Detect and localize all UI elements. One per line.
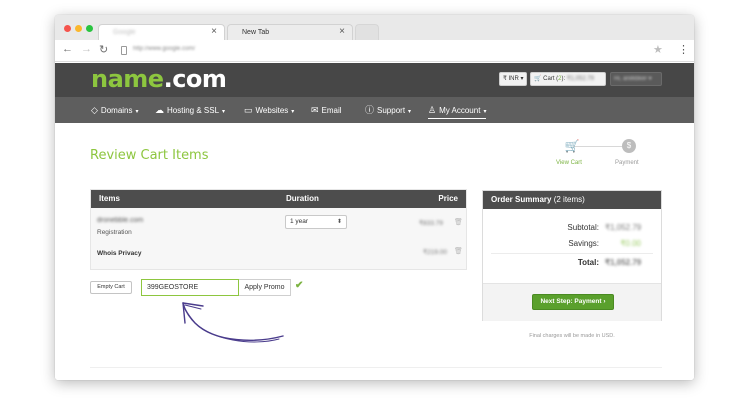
empty-cart-button[interactable]: Empty Cart bbox=[90, 281, 132, 294]
close-window-button[interactable] bbox=[64, 25, 71, 32]
cart-icon: 🛒 bbox=[534, 76, 542, 82]
usd-charge-note: Final charges will be made in USD. bbox=[529, 333, 615, 339]
whois-privacy-label: Whois Privacy bbox=[97, 250, 142, 257]
cart-icon: 🛒 bbox=[564, 139, 580, 153]
cart-label: Cart ( bbox=[543, 76, 559, 82]
monitor-icon: ▭ bbox=[244, 105, 253, 115]
summary-divider bbox=[491, 253, 653, 254]
chevron-down-icon: ▾ bbox=[483, 109, 487, 115]
chevron-right-icon: › bbox=[603, 298, 606, 305]
maximize-window-button[interactable] bbox=[86, 25, 93, 32]
content-divider bbox=[90, 367, 662, 368]
privacy-price: ₹219.00 bbox=[423, 249, 448, 256]
order-item-count: (2 items) bbox=[553, 195, 585, 204]
site-logo[interactable]: name.com bbox=[91, 65, 227, 93]
back-arrow-icon[interactable]: ← bbox=[62, 43, 73, 55]
page-icon bbox=[121, 46, 127, 55]
kebab-menu-icon[interactable]: ⋮ bbox=[678, 43, 689, 56]
item-type: Registration bbox=[97, 229, 132, 236]
close-icon[interactable]: × bbox=[339, 26, 345, 37]
tab-strip: Google × New Tab × bbox=[55, 15, 694, 40]
user-menu[interactable]: Hi, anilkbker ▾ bbox=[610, 72, 662, 86]
checkout-steps: 🛒 $ View Cart Payment bbox=[551, 137, 667, 177]
tab-new-tab[interactable]: New Tab × bbox=[227, 24, 353, 40]
subtotal-row: Subtotal: ₹1,052.79 bbox=[567, 223, 642, 232]
info-icon: ⓘ bbox=[365, 105, 375, 115]
envelope-icon: ✉ bbox=[311, 105, 319, 115]
next-step-payment-button[interactable]: Next Step: Payment › bbox=[532, 294, 614, 310]
cart-label-close: ): bbox=[561, 76, 566, 82]
url-field[interactable]: http://www.google.com/ bbox=[133, 46, 195, 52]
trash-icon[interactable]: 🗑 bbox=[454, 218, 463, 226]
updown-arrow-icon: ⬍ bbox=[336, 219, 342, 225]
nav-hosting[interactable]: ☁ Hosting & SSL ▾ bbox=[155, 97, 225, 123]
step-payment: Payment bbox=[615, 160, 639, 166]
tab-label: New Tab bbox=[242, 29, 270, 36]
nav-support[interactable]: ⓘ Support ▾ bbox=[365, 97, 411, 123]
reload-icon[interactable]: ↻ bbox=[99, 43, 108, 56]
tab-label: Google bbox=[113, 29, 136, 36]
page-title: Review Cart Items bbox=[90, 148, 209, 163]
cart-table-header: Items Duration Price bbox=[91, 190, 466, 208]
user-name: Hi, anilkbker ▾ bbox=[614, 76, 652, 82]
trash-icon[interactable]: 🗑 bbox=[454, 247, 463, 255]
nav-websites[interactable]: ▭ Websites ▾ bbox=[244, 97, 294, 123]
minimize-window-button[interactable] bbox=[75, 25, 82, 32]
order-summary-footer: Next Step: Payment › bbox=[483, 283, 661, 321]
domain-price: ₹833.79 bbox=[419, 220, 444, 227]
chevron-down-icon: ▾ bbox=[135, 109, 139, 115]
cloud-icon: ☁ bbox=[155, 105, 164, 115]
duration-select[interactable]: 1 year ⬍ bbox=[285, 215, 347, 229]
main-content: Review Cart Items 🛒 $ View Cart Payment … bbox=[55, 123, 694, 380]
savings-value: ₹0.00 bbox=[620, 239, 641, 248]
total-row: Total: ₹1,052.79 bbox=[577, 258, 642, 267]
chevron-down-icon: ▾ bbox=[291, 109, 295, 115]
cart-table: Items Duration Price dronebble.com Regis… bbox=[90, 189, 467, 270]
site-nav: ◇ Domains ▾ ☁ Hosting & SSL ▾ ▭ Websites ▾ ✉ Em… bbox=[55, 97, 694, 123]
check-icon: ✔ bbox=[295, 280, 304, 291]
close-icon[interactable]: × bbox=[211, 26, 217, 37]
site-header: name.com ₹ INR ▾ 🛒 Cart (2): ₹1,052.79 H… bbox=[55, 63, 694, 97]
tag-icon: ◇ bbox=[91, 105, 98, 115]
nav-domains[interactable]: ◇ Domains ▾ bbox=[91, 97, 139, 123]
user-icon: ♙ bbox=[428, 105, 437, 115]
address-bar: ← → ↻ http://www.google.com/ ★ ⋮ bbox=[55, 40, 694, 62]
column-duration: Duration bbox=[286, 194, 319, 203]
cart-button[interactable]: 🛒 Cart (2): ₹1,052.79 bbox=[530, 72, 606, 86]
chevron-down-icon: ▾ bbox=[408, 109, 412, 115]
order-summary-header: Order Summary (2 items) bbox=[483, 191, 661, 209]
subtotal-value: ₹1,052.79 bbox=[605, 223, 642, 232]
step-view-cart: View Cart bbox=[556, 160, 582, 166]
star-icon[interactable]: ★ bbox=[653, 43, 663, 56]
new-tab-button[interactable] bbox=[355, 24, 379, 40]
column-items: Items bbox=[99, 194, 120, 203]
domain-name: dronebble.com bbox=[97, 217, 144, 224]
dollar-icon: $ bbox=[622, 139, 636, 153]
browser-window: Google × New Tab × ← → ↻ http://www.goog… bbox=[55, 15, 694, 380]
currency-selector[interactable]: ₹ INR ▾ bbox=[499, 72, 527, 86]
chevron-down-icon: ▾ bbox=[222, 109, 226, 115]
savings-row: Savings: ₹0.00 bbox=[568, 239, 641, 248]
nav-email[interactable]: ✉ Email bbox=[311, 97, 342, 123]
cart-total: ₹1,052.79 bbox=[566, 76, 595, 82]
tab-active[interactable]: Google × bbox=[98, 24, 225, 40]
nav-my-account[interactable]: ♙ My Account ▾ bbox=[428, 97, 487, 123]
forward-arrow-icon[interactable]: → bbox=[81, 43, 92, 55]
total-value: ₹1,052.79 bbox=[605, 258, 642, 267]
column-price: Price bbox=[438, 194, 458, 203]
annotation-arrow bbox=[182, 302, 284, 343]
order-summary: Order Summary (2 items) Subtotal: ₹1,052.… bbox=[482, 190, 662, 321]
